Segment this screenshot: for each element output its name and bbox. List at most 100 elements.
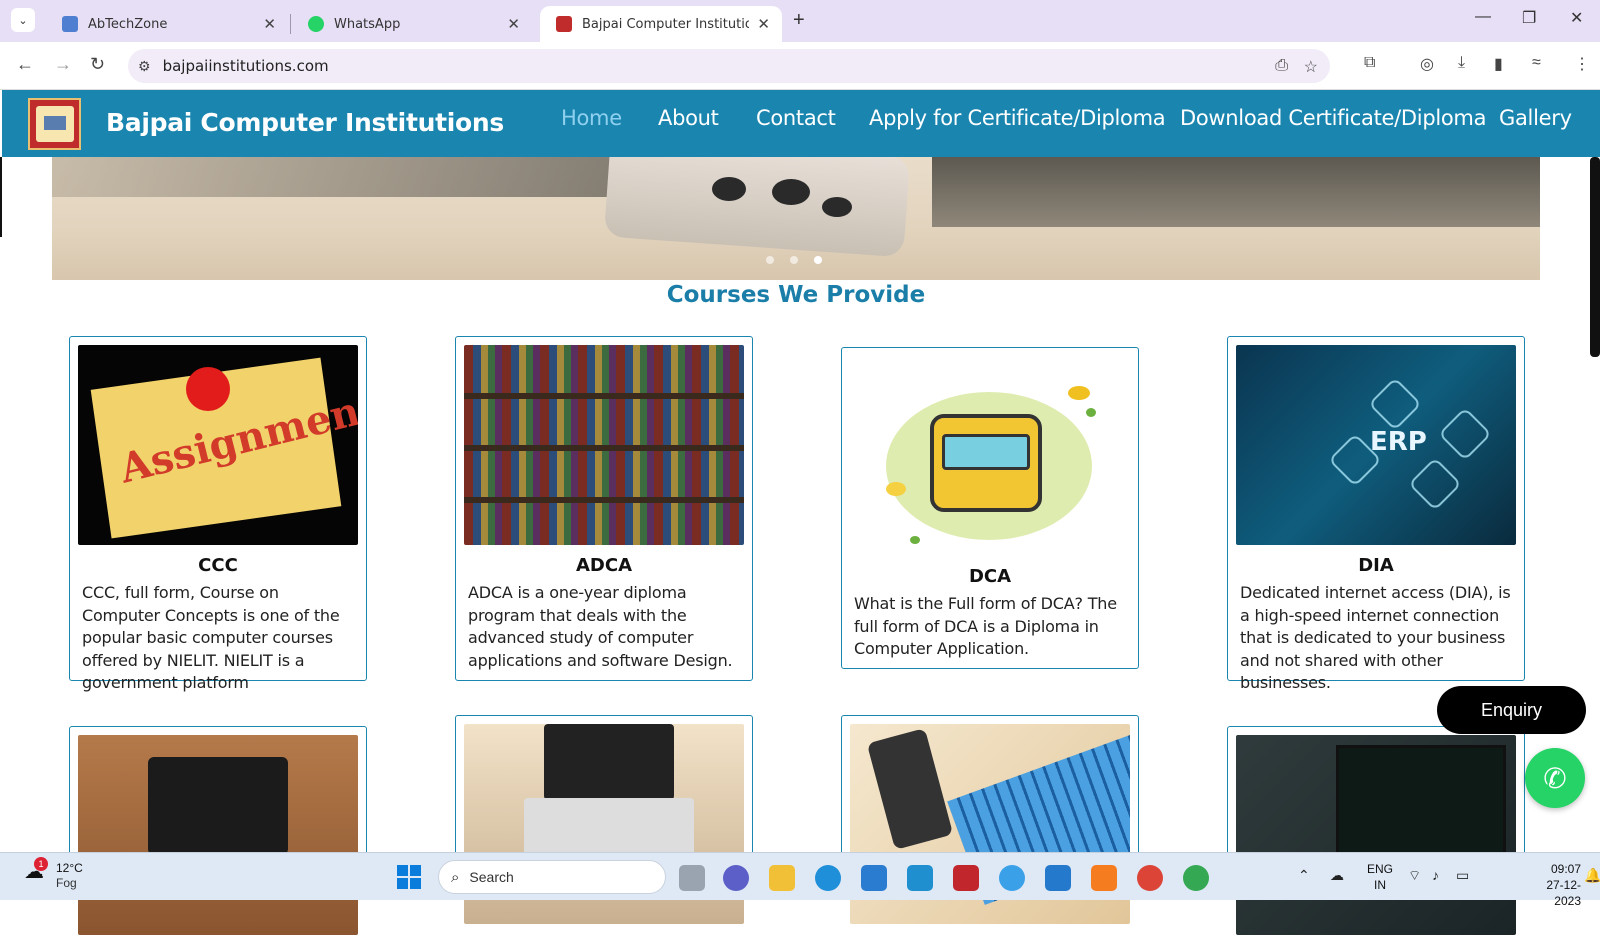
course-title: DIA	[1358, 555, 1394, 576]
url-text: bajpaiinstitutions.com	[162, 57, 329, 75]
whatsapp-chat-icon[interactable]: ✆	[1525, 748, 1585, 808]
tab-title: WhatsApp	[334, 16, 401, 32]
forward-icon[interactable]: →	[54, 54, 72, 75]
weather-badge: 1	[34, 857, 48, 871]
browser-toolbar: ← → ↻ ⚙ bajpaiinstitutions.com ⎙ ☆	[0, 42, 1600, 90]
notification-bell-icon[interactable]: 🔔	[1584, 867, 1600, 884]
volume-icon[interactable]: ♪	[1432, 867, 1439, 883]
xampp-icon[interactable]	[1091, 865, 1117, 891]
adca-image	[464, 345, 744, 545]
course-description: CCC, full form, Course on Computer Conce…	[82, 583, 340, 692]
clock-time: 09:07	[1550, 862, 1581, 876]
section-title: Courses We Provide	[666, 282, 926, 308]
nav-home[interactable]: Home	[561, 106, 622, 130]
lang-region: IN	[1374, 878, 1386, 892]
carousel-dot[interactable]	[790, 256, 798, 264]
side-panel-icon[interactable]: ▮	[1494, 54, 1503, 74]
course-card[interactable]	[455, 715, 753, 924]
whatsapp-favicon-icon	[308, 16, 324, 32]
assignment-note-text: Assignment	[115, 383, 358, 493]
performance-icon[interactable]: ◎	[1420, 54, 1434, 74]
course-description: What is the Full form of DCA? The full f…	[854, 594, 1117, 658]
back-icon[interactable]: ←	[16, 54, 34, 75]
nav-about[interactable]: About	[658, 106, 719, 130]
store-icon[interactable]	[861, 865, 887, 891]
tab-whatsapp[interactable]: WhatsApp ✕	[292, 6, 532, 42]
menu-kebab-icon[interactable]: ⋮	[1574, 54, 1590, 74]
close-icon[interactable]: ✕	[757, 15, 770, 33]
site-brand[interactable]: Bajpai Computer Institutions	[106, 108, 504, 137]
mcafee-icon[interactable]	[953, 865, 979, 891]
tab-abtechzone[interactable]: AbTechZone ✕	[46, 6, 288, 42]
system-clock[interactable]: 09:07 27-12-2023	[1525, 861, 1581, 909]
taskbar-search[interactable]: ⌕ Search	[438, 860, 666, 894]
nav-apply-certificate[interactable]: Apply for Certificate/Diploma	[869, 106, 1166, 130]
course-card-dca[interactable]: DCA What is the Full form of DCA? The fu…	[841, 347, 1139, 669]
task-view-icon[interactable]	[679, 865, 705, 891]
course-title: DCA	[968, 566, 1012, 587]
course-card-ccc[interactable]: Assignment CCC CCC, full form, Course on…	[69, 336, 367, 692]
dia-image: ERP	[1236, 345, 1516, 545]
windows-start-icon[interactable]	[397, 865, 421, 889]
page-scrollbar[interactable]	[1590, 157, 1600, 357]
minimize-icon[interactable]: —	[1475, 8, 1491, 26]
onedrive-icon[interactable]: ☁	[1330, 867, 1344, 884]
battery-icon[interactable]: ▭	[1456, 867, 1469, 884]
restore-icon[interactable]: ❐	[1522, 8, 1536, 28]
address-bar[interactable]: ⚙ bajpaiinstitutions.com ⎙ ☆	[128, 49, 1330, 83]
bookmark-star-icon[interactable]: ☆	[1304, 57, 1318, 77]
site-settings-icon[interactable]: ⚙	[138, 58, 151, 75]
tab-bajpai[interactable]: Bajpai Computer Institution ✕	[540, 6, 782, 42]
ccc-image: Assignment	[78, 345, 358, 545]
course-description: ADCA is a one-year diploma program that …	[468, 583, 733, 670]
new-tab-icon[interactable]: +	[793, 9, 805, 32]
nav-gallery[interactable]: Gallery	[1499, 106, 1572, 130]
edge-icon[interactable]	[815, 865, 841, 891]
help-icon[interactable]	[999, 865, 1025, 891]
page-edge	[0, 157, 2, 237]
language-indicator[interactable]: ENG IN	[1367, 861, 1393, 893]
chrome-icon[interactable]	[1137, 865, 1163, 891]
download-icon[interactable]: ⤓	[1458, 54, 1465, 72]
bajpai-favicon-icon	[556, 16, 572, 32]
course-card-adca[interactable]: ADCA ADCA is a one-year diploma program …	[455, 336, 753, 681]
course-card-dia[interactable]: ERP DIA Dedicated internet access (DIA),…	[1227, 336, 1525, 692]
window-close-icon[interactable]: ✕	[1570, 8, 1583, 28]
chrome-profile-icon[interactable]	[1183, 865, 1209, 891]
course-card[interactable]	[841, 715, 1139, 924]
windows-taskbar: ☁ 1 12°C Fog ⌕ Search ⌃ ☁ ENG IN ⌔ ♪ ▭ 0…	[0, 852, 1600, 908]
dca-image	[850, 356, 1130, 556]
search-icon: ⌕	[451, 868, 460, 886]
tray-chevron-icon[interactable]: ⌃	[1298, 867, 1310, 884]
nav-contact[interactable]: Contact	[756, 106, 836, 130]
erp-text: ERP	[1370, 427, 1427, 457]
vscode-icon[interactable]	[1045, 865, 1071, 891]
course-card[interactable]	[1227, 726, 1525, 935]
tab-title: AbTechZone	[88, 16, 168, 32]
carousel-indicators	[766, 256, 822, 264]
file-explorer-icon[interactable]	[769, 865, 795, 891]
enquiry-button[interactable]: Enquiry	[1437, 686, 1586, 734]
wifi-icon[interactable]: ⌔	[1408, 867, 1421, 885]
nav-download-certificate[interactable]: Download Certificate/Diploma	[1180, 106, 1486, 130]
carousel-dot[interactable]	[766, 256, 774, 264]
tab-search-chevron-icon[interactable]: ⌄	[11, 8, 35, 32]
lang-code: ENG	[1367, 862, 1394, 876]
site-logo[interactable]	[28, 98, 81, 150]
course-title: ADCA	[575, 555, 632, 576]
profile-icon[interactable]: ≈	[1532, 54, 1541, 72]
teams-chat-icon[interactable]	[723, 865, 749, 891]
tab-separator	[290, 14, 291, 34]
abtechzone-favicon-icon	[62, 16, 78, 32]
search-placeholder: Search	[469, 869, 514, 885]
site-header: Bajpai Computer Institutions Home About …	[2, 90, 1600, 157]
course-card[interactable]	[69, 726, 367, 935]
weather-temp: 12°C	[56, 861, 83, 875]
extensions-icon[interactable]: ⧉	[1364, 54, 1375, 72]
carousel-dot-active[interactable]	[814, 256, 822, 264]
reload-icon[interactable]: ↻	[90, 54, 105, 75]
close-icon[interactable]: ✕	[263, 15, 276, 33]
install-app-icon[interactable]: ⎙	[1275, 57, 1288, 75]
close-icon[interactable]: ✕	[507, 15, 520, 33]
mysql-icon[interactable]	[907, 865, 933, 891]
